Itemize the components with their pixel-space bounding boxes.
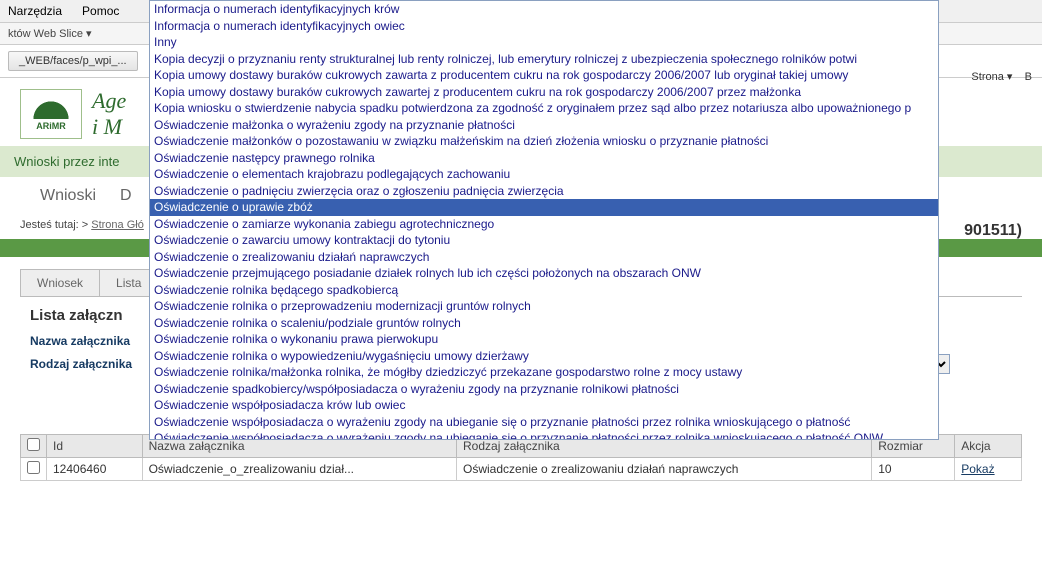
page-number: 901511): [964, 222, 1022, 240]
dropdown-option[interactable]: Oświadczenie o zrealizowaniu działań nap…: [150, 249, 938, 266]
cell-id: 12406460: [47, 458, 143, 481]
dropdown-option[interactable]: Informacja o numerach identyfikacyjnych …: [150, 1, 938, 18]
dropdown-option[interactable]: Informacja o numerach identyfikacyjnych …: [150, 18, 938, 35]
col-checkbox: [21, 435, 47, 458]
dropdown-option[interactable]: Oświadczenie rolnika o przeprowadzeniu m…: [150, 298, 938, 315]
dropdown-option[interactable]: Oświadczenie małżonków o pozostawaniu w …: [150, 133, 938, 150]
dropdown-option[interactable]: Oświadczenie małżonka o wyrażeniu zgody …: [150, 117, 938, 134]
dropdown-option[interactable]: Oświadczenie o uprawie zbóż: [150, 199, 938, 216]
dropdown-option[interactable]: Oświadczenie rolnika będącego spadkobier…: [150, 282, 938, 299]
agency-name: Age i M: [92, 88, 126, 140]
arimr-logo: ARiMR: [20, 89, 82, 139]
dropdown-option[interactable]: Oświadczenie rolnika o wykonaniu prawa p…: [150, 331, 938, 348]
tab-wnioski[interactable]: Wnioski: [40, 187, 96, 205]
dropdown-option[interactable]: Kopia wniosku o stwierdzenie nabycia spa…: [150, 100, 938, 117]
menu-help[interactable]: Pomoc: [82, 4, 119, 18]
rodzaj-dropdown-list[interactable]: Informacja o numerach identyfikacyjnych …: [149, 0, 939, 440]
col-id: Id: [47, 435, 143, 458]
dropdown-option[interactable]: Oświadczenie o zawarciu umowy kontraktac…: [150, 232, 938, 249]
menu-tools[interactable]: Narzędzia: [8, 4, 62, 18]
inner-tab-wniosek[interactable]: Wniosek: [20, 269, 100, 296]
dropdown-option[interactable]: Oświadczenie o padnięciu zwierzęcia oraz…: [150, 183, 938, 200]
b-item[interactable]: B: [1025, 71, 1032, 83]
col-akcja: Akcja: [955, 435, 1022, 458]
logo-icon: [32, 97, 70, 119]
dropdown-option[interactable]: Kopia decyzji o przyznaniu renty struktu…: [150, 51, 938, 68]
webslice-dropdown[interactable]: któw Web Slice ▾: [8, 28, 92, 40]
dropdown-option[interactable]: Oświadczenie o zamiarze wykonania zabieg…: [150, 216, 938, 233]
dropdown-option[interactable]: Oświadczenie rolnika o wypowiedzeniu/wyg…: [150, 348, 938, 365]
show-link[interactable]: Pokaż: [961, 462, 994, 476]
dropdown-option[interactable]: Oświadczenie współposiadacza o wyrażeniu…: [150, 430, 938, 440]
dropdown-option[interactable]: Oświadczenie następcy prawnego rolnika: [150, 150, 938, 167]
dropdown-option[interactable]: Oświadczenie spadkobiercy/współposiadacz…: [150, 381, 938, 398]
attachments-table: Id Nazwa załącznika Rodzaj załącznika Ro…: [20, 434, 1022, 481]
table-row: 12406460 Oświadczenie_o_zrealizowaniu dz…: [21, 458, 1022, 481]
dropdown-option[interactable]: Oświadczenie przejmującego posiadanie dz…: [150, 265, 938, 282]
cell-rodzaj: Oświadczenie o zrealizowaniu działań nap…: [457, 458, 872, 481]
dropdown-option[interactable]: Oświadczenie rolnika o scaleniu/podziale…: [150, 315, 938, 332]
logo-text: ARiMR: [36, 121, 66, 131]
tab-d[interactable]: D: [120, 187, 132, 205]
dropdown-option[interactable]: Oświadczenie współposiadacza krów lub ow…: [150, 397, 938, 414]
dropdown-option[interactable]: Kopia umowy dostawy buraków cukrowych za…: [150, 67, 938, 84]
row-checkbox[interactable]: [27, 461, 40, 474]
dropdown-option[interactable]: Oświadczenie współposiadacza o wyrażeniu…: [150, 414, 938, 431]
dropdown-option[interactable]: Inny: [150, 34, 938, 51]
breadcrumb-home-link[interactable]: Strona Głó: [91, 219, 144, 231]
dropdown-option[interactable]: Kopia umowy dostawy buraków cukrowych za…: [150, 84, 938, 101]
cell-rozmiar: 10: [872, 458, 955, 481]
select-all-checkbox[interactable]: [27, 438, 40, 451]
strona-dropdown[interactable]: Strona ▾: [971, 71, 1012, 83]
browser-tab[interactable]: _WEB/faces/p_wpi_...: [8, 51, 138, 71]
dropdown-option[interactable]: Oświadczenie o elementach krajobrazu pod…: [150, 166, 938, 183]
cell-nazwa: Oświadczenie_o_zrealizowaniu dział...: [142, 458, 456, 481]
dropdown-option[interactable]: Oświadczenie rolnika/małżonka rolnika, ż…: [150, 364, 938, 381]
page-tools: Strona ▾ B: [971, 70, 1032, 83]
